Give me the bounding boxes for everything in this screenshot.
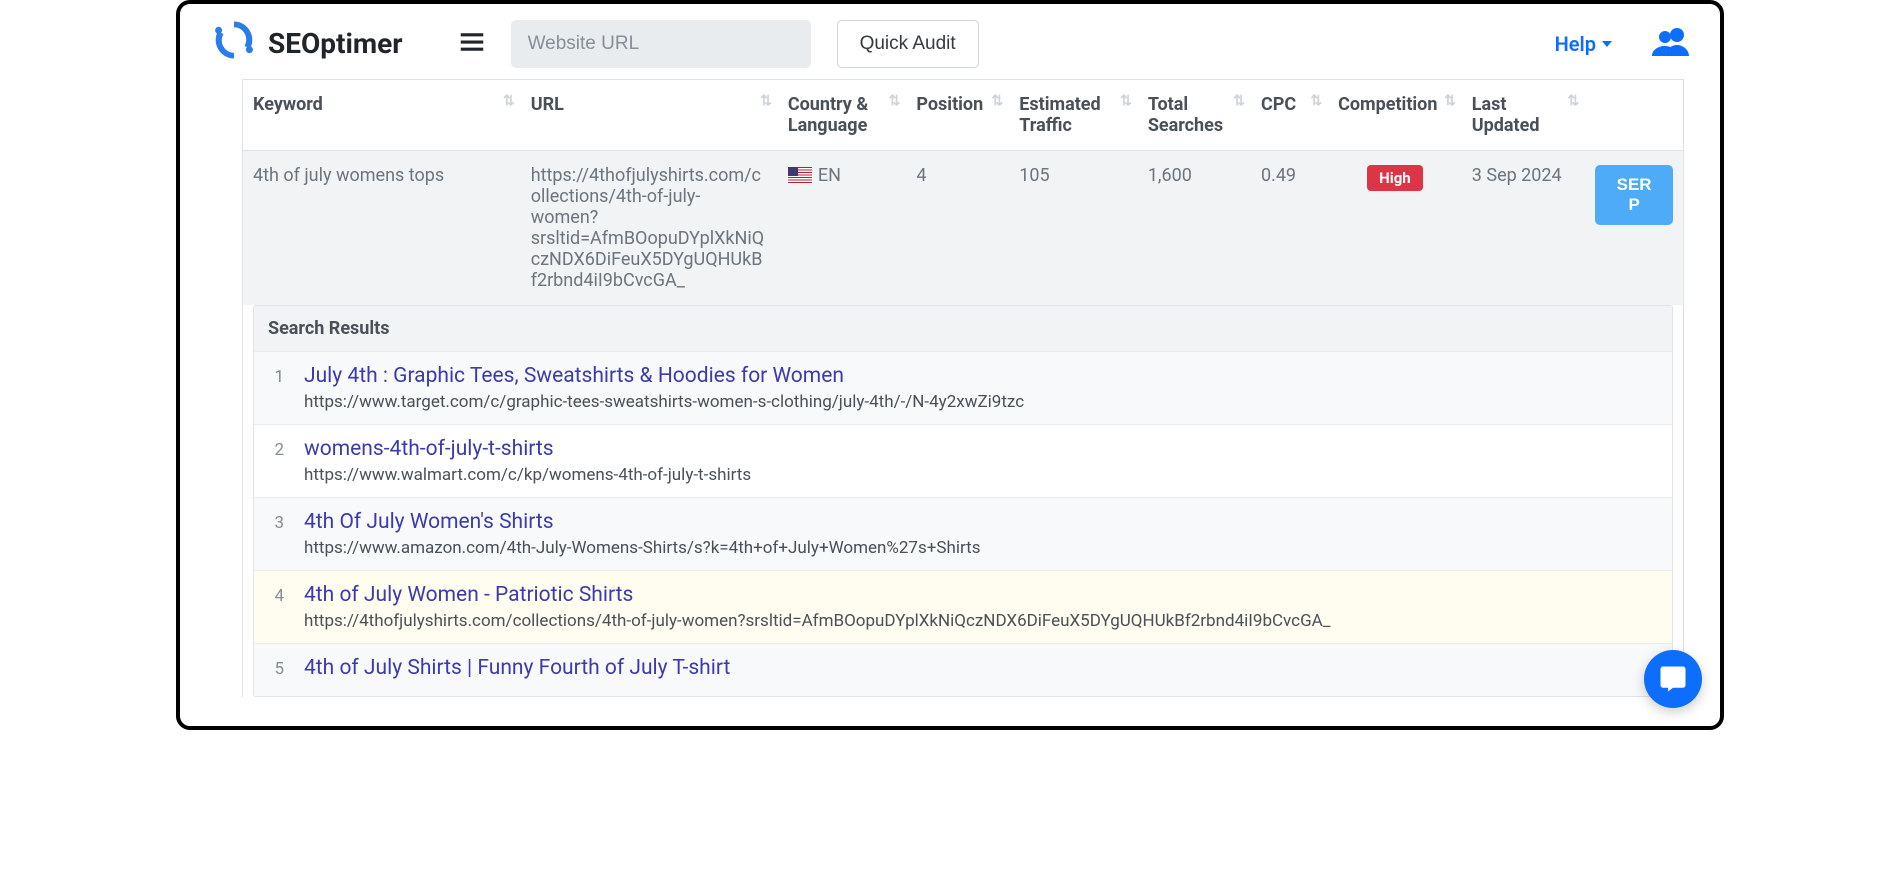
search-result-row[interactable]: 1 July 4th : Graphic Tees, Sweatshirts & …: [254, 351, 1672, 424]
sort-icon: [503, 94, 515, 108]
help-label: Help: [1555, 32, 1596, 56]
sort-icon: [1444, 94, 1456, 108]
sort-icon: [1233, 94, 1245, 108]
search-result-row[interactable]: 3 4th Of July Women's Shirts https://www.a…: [254, 497, 1672, 570]
result-title[interactable]: July 4th : Graphic Tees, Sweatshirts & H…: [304, 364, 1658, 388]
result-url: https://www.walmart.com/c/kp/womens-4th-…: [304, 465, 1658, 485]
col-url[interactable]: URL: [521, 80, 778, 151]
result-position: 3: [268, 510, 284, 533]
logo-text: SEOptimer: [268, 27, 403, 60]
sort-icon: [1310, 94, 1322, 108]
cell-searches: 1,600: [1138, 151, 1251, 306]
search-results-panel: Search Results 1 July 4th : Graphic Tees,…: [253, 305, 1673, 697]
col-traffic[interactable]: Estimated Traffic: [1009, 80, 1138, 151]
result-position: 4: [268, 583, 284, 606]
col-keyword[interactable]: Keyword: [243, 80, 521, 151]
quick-audit-button[interactable]: Quick Audit: [837, 20, 979, 68]
cell-updated: 3 Sep 2024: [1462, 151, 1585, 306]
keyword-table: Keyword URL Country & Language Position …: [243, 79, 1683, 305]
col-competition[interactable]: Competition: [1328, 80, 1462, 151]
cell-serp: SERP: [1585, 151, 1683, 306]
result-title[interactable]: 4th of July Women - Patriotic Shirts: [304, 583, 1658, 607]
logo-icon: [208, 18, 260, 69]
col-updated[interactable]: Last Updated: [1462, 80, 1585, 151]
cell-keyword: 4th of july womens tops: [243, 151, 521, 306]
serp-button[interactable]: SERP: [1595, 165, 1673, 225]
menu-icon[interactable]: [457, 27, 487, 61]
result-title[interactable]: 4th Of July Women's Shirts: [304, 510, 1658, 534]
cell-competition: High: [1328, 151, 1462, 306]
table-header-row: Keyword URL Country & Language Position …: [243, 80, 1683, 151]
result-title[interactable]: womens-4th-of-july-t-shirts: [304, 437, 1658, 461]
result-title[interactable]: 4th of July Shirts | Funny Fourth of Jul…: [304, 656, 1658, 680]
competition-badge: High: [1367, 165, 1423, 191]
cell-cpc: 0.49: [1251, 151, 1328, 306]
top-bar: SEOptimer Quick Audit Help: [180, 4, 1720, 79]
col-cpc[interactable]: CPC: [1251, 80, 1328, 151]
result-position: 5: [268, 656, 284, 679]
search-result-row[interactable]: 4 4th of July Women - Patriotic Shirts htt…: [254, 570, 1672, 643]
table-row[interactable]: 4th of july womens tops https://4thofjul…: [243, 151, 1683, 306]
sort-icon: [889, 94, 901, 108]
us-flag-icon: [788, 167, 812, 183]
help-dropdown[interactable]: Help: [1555, 32, 1612, 56]
sort-icon: [760, 94, 772, 108]
cell-traffic: 105: [1009, 151, 1138, 306]
users-icon[interactable]: [1652, 25, 1692, 63]
chevron-down-icon: [1602, 41, 1612, 47]
result-url: https://4thofjulyshirts.com/collections/…: [304, 611, 1658, 631]
col-searches[interactable]: Total Searches: [1138, 80, 1251, 151]
cell-country: EN: [778, 151, 907, 306]
chat-button[interactable]: [1644, 650, 1702, 708]
sort-icon: [1567, 94, 1579, 108]
col-country[interactable]: Country & Language: [778, 80, 907, 151]
search-result-row[interactable]: 5 4th of July Shirts | Funny Fourth of Ju…: [254, 643, 1672, 696]
result-url: https://www.target.com/c/graphic-tees-sw…: [304, 392, 1658, 412]
search-results-header: Search Results: [254, 306, 1672, 351]
col-position[interactable]: Position: [906, 80, 1009, 151]
sort-icon: [1120, 94, 1132, 108]
chat-icon: [1658, 664, 1688, 694]
search-result-row[interactable]: 2 womens-4th-of-july-t-shirts https://www.…: [254, 424, 1672, 497]
logo[interactable]: SEOptimer: [208, 18, 403, 69]
cell-url: https://4thofjulyshirts.com/collections/…: [521, 151, 778, 306]
result-url: https://www.amazon.com/4th-July-Womens-S…: [304, 538, 1658, 558]
cell-position: 4: [906, 151, 1009, 306]
sort-icon: [992, 94, 1004, 108]
result-position: 2: [268, 437, 284, 460]
result-position: 1: [268, 364, 284, 387]
website-url-input[interactable]: [511, 20, 811, 68]
